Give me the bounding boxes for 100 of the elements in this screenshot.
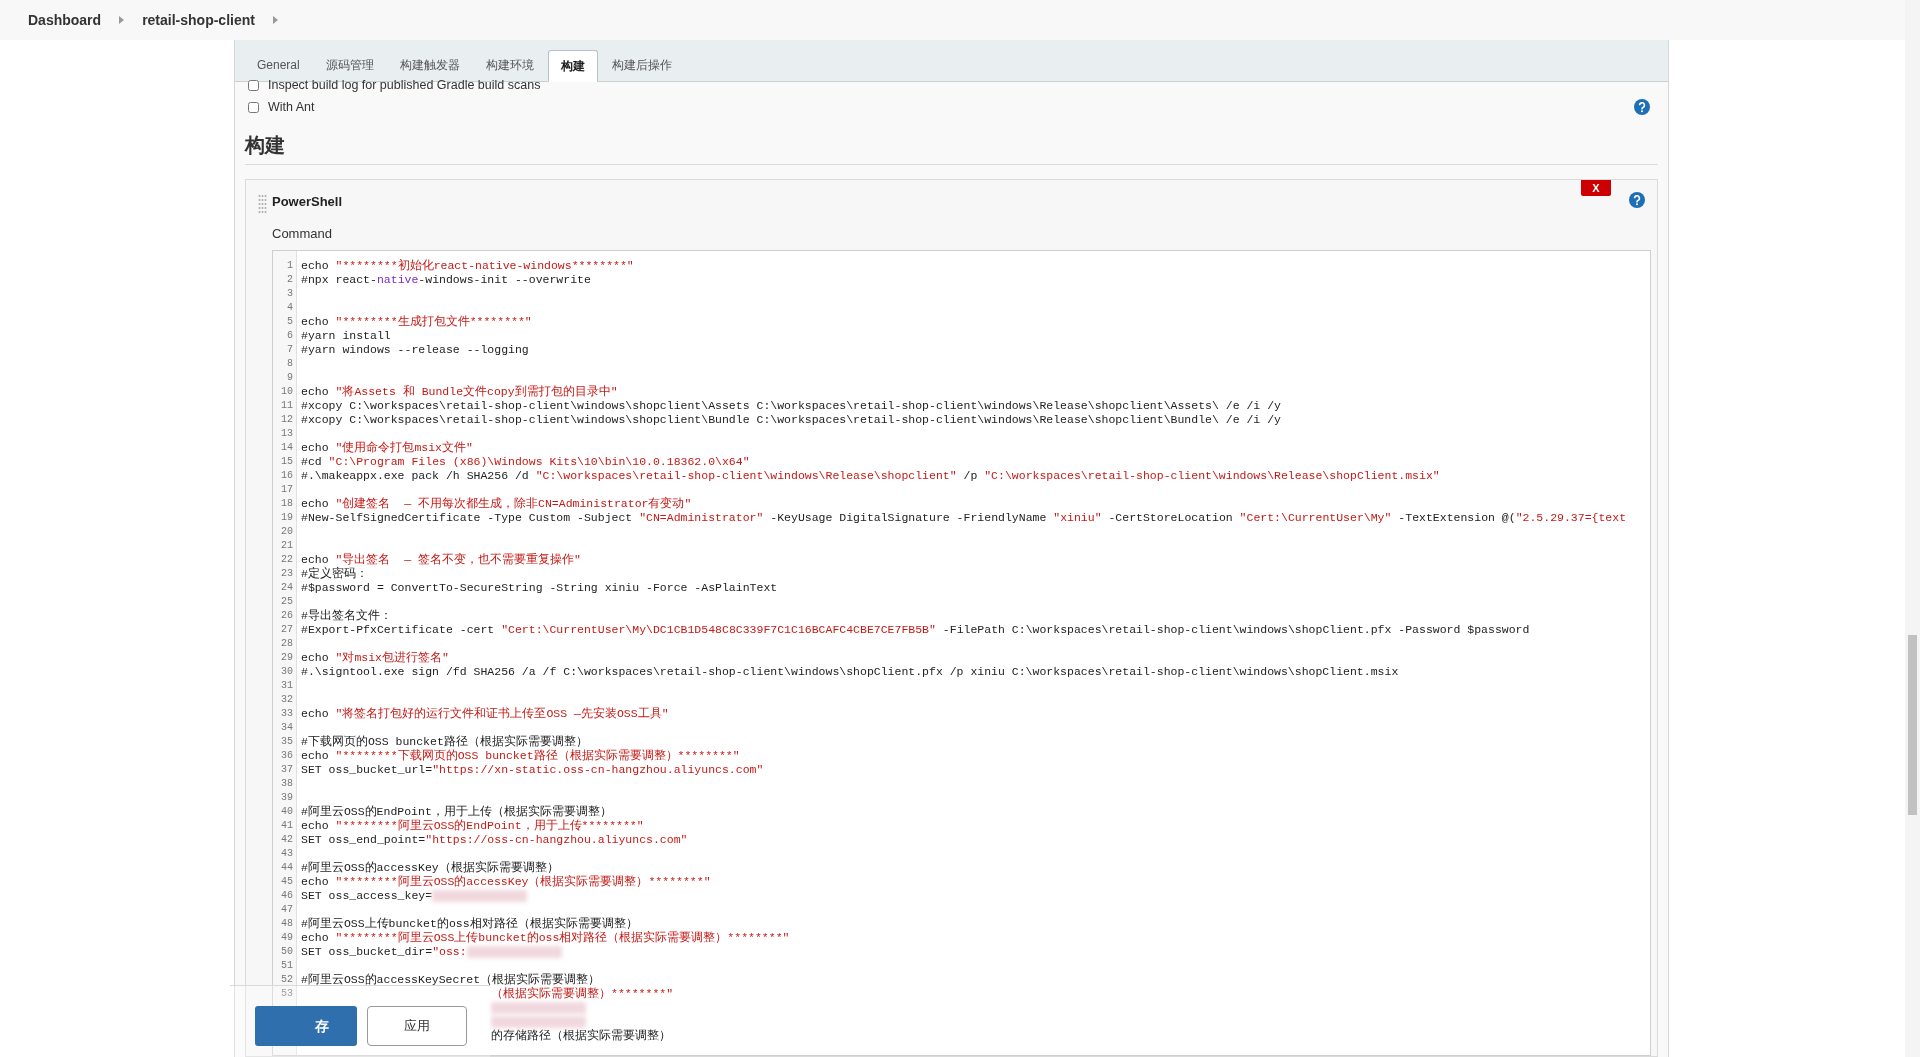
chevron-icon[interactable]	[272, 16, 278, 24]
code-text: -TextExtension @(	[1397, 511, 1516, 525]
tab[interactable]: 构建后操作	[599, 49, 684, 81]
code-text: #xcopy C:\workspaces\retail-shop-client\windows\shopclient\Bundle C:\workspaces\retail-shop-client\windows\Release\shopclient\Bundle\ /e /i /y	[301, 413, 1281, 427]
line-number: 23	[281, 567, 293, 581]
delete-button[interactable]: X	[1581, 180, 1611, 196]
line-number: 8	[287, 357, 293, 371]
line-number: 33	[281, 707, 293, 721]
code-text: SET oss_bucket_url=	[301, 763, 433, 777]
code-text: #cd	[301, 455, 323, 469]
line-number: 17	[281, 483, 293, 497]
code-text: echo	[301, 707, 330, 721]
breadcrumb-link[interactable]: Dashboard	[28, 9, 102, 31]
code-text: SET oss_end_point=	[301, 833, 426, 847]
line-number: 40	[281, 805, 293, 819]
code-text: #下载网页的OSS buncket路径（根据实际需要调整）	[301, 735, 588, 749]
code-text: "CN=Administrator"	[639, 511, 764, 525]
line-number: 2	[287, 273, 293, 287]
code-text: #导出签名文件：	[301, 609, 392, 623]
code-text: echo	[301, 875, 330, 889]
line-number: 5	[287, 315, 293, 329]
scrollbar-thumb[interactable]	[1908, 635, 1917, 815]
line-number: 11	[281, 399, 293, 413]
code-text: -KeyUsage DigitalSignature -FriendlyName	[769, 511, 1048, 525]
line-number: 28	[281, 637, 293, 651]
code-text: "https://xn-static.oss-cn-hangzhou.aliyuncs.com"	[432, 763, 764, 777]
line-number: 46	[281, 889, 293, 903]
code-text: echo	[301, 259, 330, 273]
help-icon[interactable]	[1629, 192, 1645, 208]
code-text: echo	[301, 931, 330, 945]
code-text: /p	[962, 469, 979, 483]
code-text: echo	[301, 497, 330, 511]
code-text: echo	[301, 749, 330, 763]
line-number: 51	[281, 959, 293, 973]
code-text: -FilePath C:\workspaces\retail-shop-client\windows\shopClient.pfx -Password $password	[941, 623, 1530, 637]
step-title: PowerShell	[272, 193, 343, 211]
line-number: 37	[281, 763, 293, 777]
code-text: "将签名打包好的运行文件和证书上传至OSS —先安装OSS工具"	[335, 707, 669, 721]
code-text: echo	[301, 385, 330, 399]
code-text: "********阿里云OSS上传buncket的oss相对路径（根据实际需要调整）********"	[335, 931, 790, 945]
code-text: "C:\workspaces\retail-shop-client\windows\Release\shopClient.msix"	[984, 469, 1440, 483]
tab[interactable]: 构建	[547, 50, 598, 82]
code-text: #Export-PfxCertificate -cert	[301, 623, 496, 637]
checkbox[interactable]	[248, 79, 259, 91]
code-text: #yarn windows --release --logging	[301, 343, 529, 357]
code-text: #yarn install	[301, 329, 391, 343]
code-text: echo	[301, 315, 330, 329]
line-number: 22	[281, 553, 293, 567]
apply-button[interactable]: 应用	[367, 1006, 467, 1046]
code-text: 的存储路径（根据实际需要调整）	[491, 1029, 671, 1043]
drag-handle-icon[interactable]	[258, 194, 267, 214]
section-heading: 构建	[245, 130, 1658, 165]
code-text: "2.5.29.37={text	[1515, 511, 1627, 525]
line-number: 4	[287, 301, 293, 315]
checkbox[interactable]	[248, 101, 259, 113]
line-number: 6	[287, 329, 293, 343]
code-text: #阿里云OSS的EndPoint，用于上传（根据实际需要调整）	[301, 805, 612, 819]
line-number: 49	[281, 931, 293, 945]
line-number: 18	[281, 497, 293, 511]
line-number: 27	[281, 623, 293, 637]
code-text: "Cert:\CurrentUser\My"	[1239, 511, 1392, 525]
line-number: 20	[281, 525, 293, 539]
chevron-icon[interactable]	[119, 16, 125, 24]
code-text: "********阿里云OSS的EndPoint，用于上传********"	[335, 819, 644, 833]
field-label: Command	[272, 224, 332, 243]
line-number: 32	[281, 693, 293, 707]
code-text: #定义密码：	[301, 567, 368, 581]
code-text: SET oss_bucket_dir=	[301, 945, 433, 959]
save-button[interactable]: 存	[255, 1006, 357, 1046]
line-number: 12	[281, 413, 293, 427]
code-text: "oss:	[432, 945, 467, 959]
code-text: echo	[301, 819, 330, 833]
line-number: 41	[281, 819, 293, 833]
line-number: 13	[281, 427, 293, 441]
line-number: 30	[281, 665, 293, 679]
line-number: 3	[287, 287, 293, 301]
code-text: #阿里云OSS的accessKeySecret（根据实际需要调整）	[301, 973, 601, 987]
code-text: "导出签名 — 签名不变，也不需要重复操作"	[335, 553, 581, 567]
code-text: "C:\Program Files (x86)\Windows Kits\10\bin\10.0.18362.0\x64"	[328, 455, 750, 469]
line-number: 36	[281, 749, 293, 763]
code-text: -CertStoreLocation	[1107, 511, 1234, 525]
code-text: "xiniu"	[1053, 511, 1102, 525]
breadcrumb-link[interactable]: retail-shop-client	[142, 9, 255, 31]
line-number: 53	[281, 987, 293, 1001]
code-text: echo	[301, 553, 330, 567]
help-icon[interactable]	[1634, 99, 1650, 115]
line-number: 1	[287, 259, 293, 273]
code-text: -windows-init --overwrite	[418, 273, 591, 287]
line-number: 7	[287, 343, 293, 357]
code-text: native	[376, 273, 419, 287]
line-number: 50	[281, 945, 293, 959]
code-text: #New-SelfSignedCertificate -Type Custom -Subject	[301, 511, 634, 525]
line-number: 24	[281, 581, 293, 595]
line-number: 39	[281, 791, 293, 805]
line-number: 47	[281, 903, 293, 917]
line-number: 38	[281, 777, 293, 791]
line-number: 34	[281, 721, 293, 735]
line-number: 16	[281, 469, 293, 483]
code-text: "https://oss-cn-hangzhou.aliyuncs.com"	[425, 833, 688, 847]
line-number: 9	[287, 371, 293, 385]
